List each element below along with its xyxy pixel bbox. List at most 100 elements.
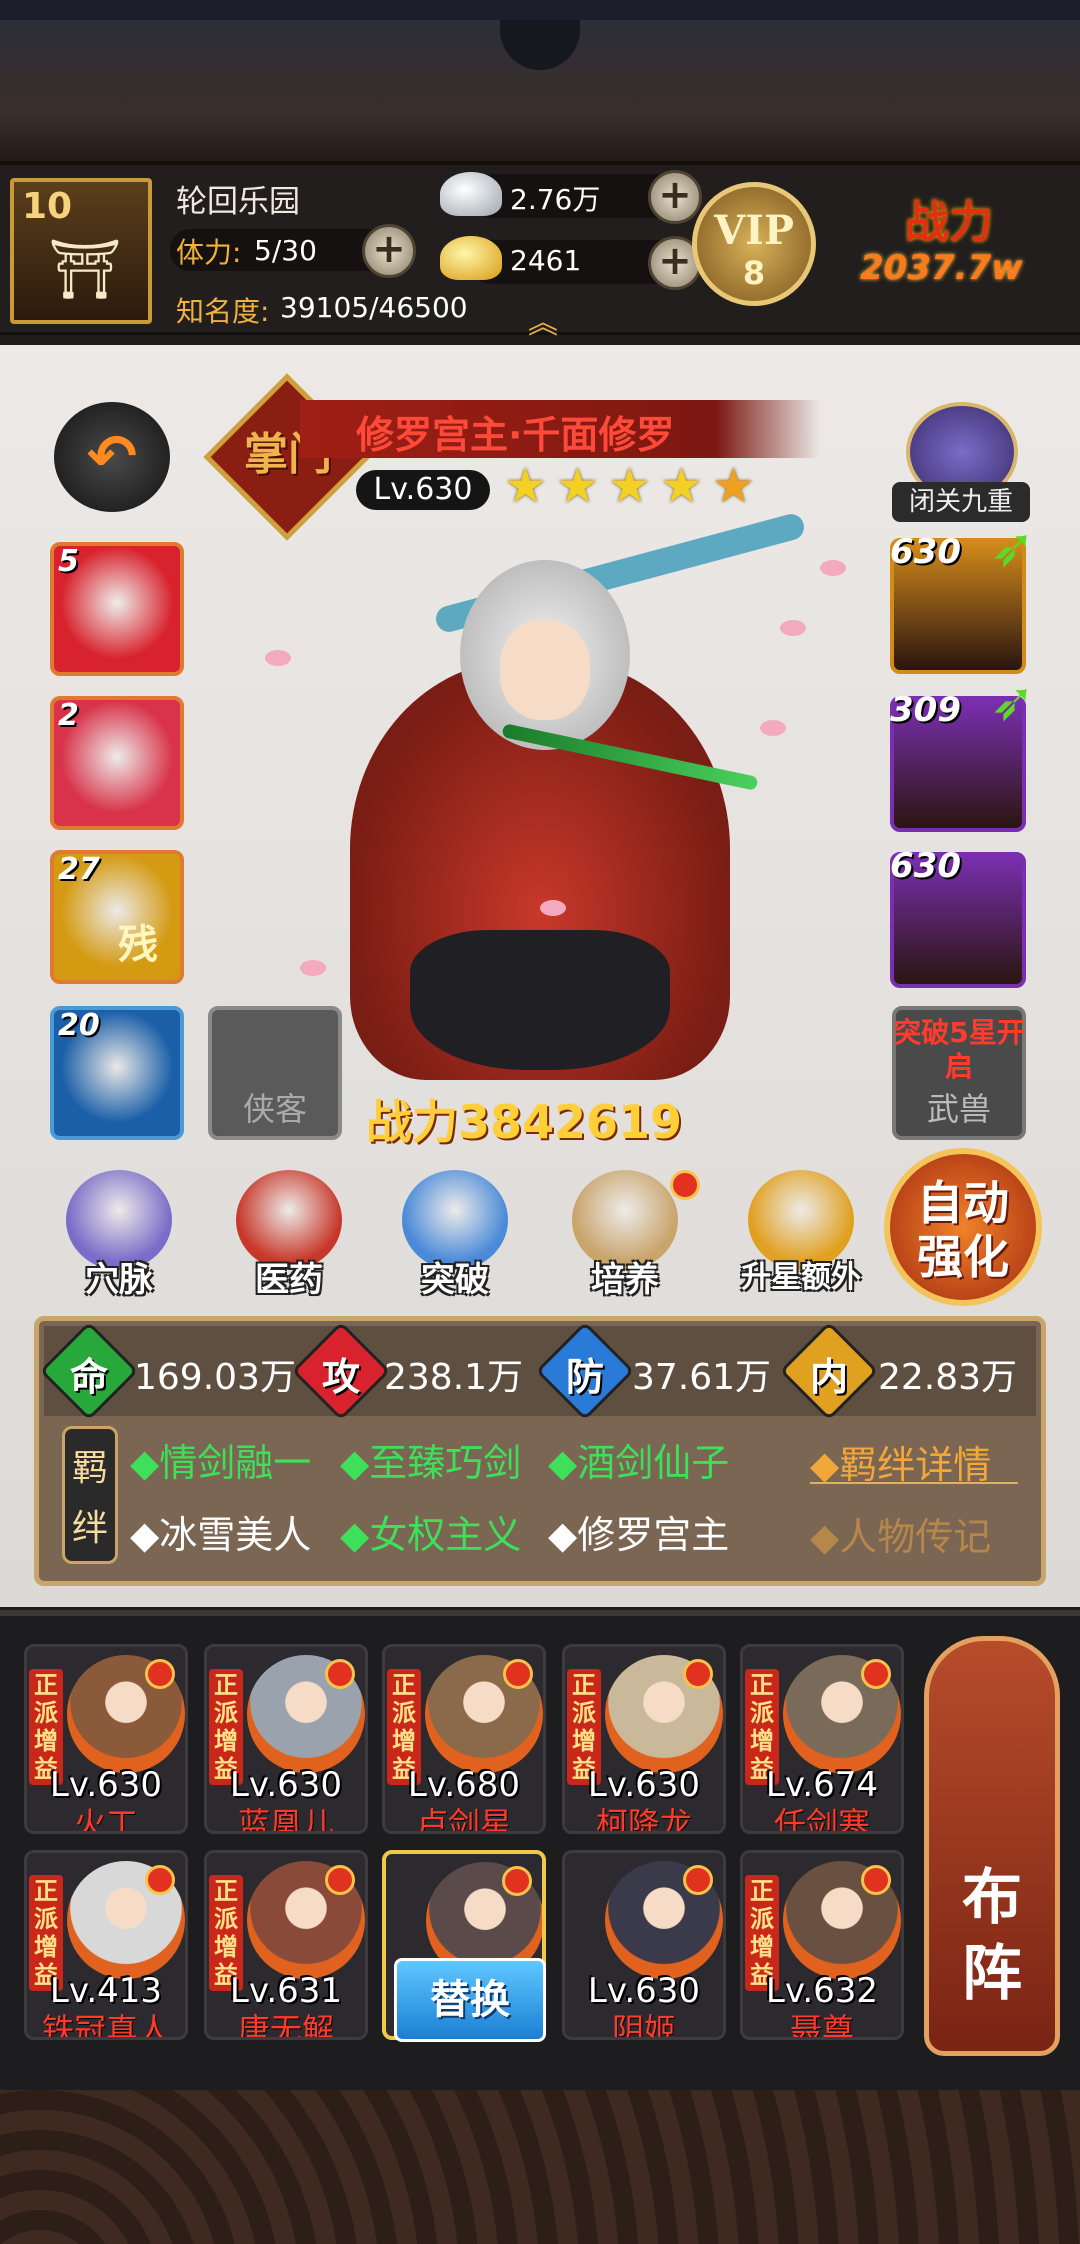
auto-enhance-line2: 强化 xyxy=(917,1230,1009,1284)
bond-badge: 羁绊 xyxy=(62,1426,118,1564)
vip-badge[interactable]: VIP 8 xyxy=(692,182,816,306)
acupoint-button[interactable]: 穴脉 xyxy=(54,1170,184,1300)
inner-stat-char: 内 xyxy=(809,1355,848,1399)
upgrade-arrow-icon: ➶ xyxy=(990,670,1036,733)
player-level-badge[interactable]: 10 ⛩ xyxy=(10,178,152,324)
footer-wave-pattern xyxy=(0,2090,1080,2244)
cultivate-label: 培养 xyxy=(591,1260,659,1300)
auto-enhance-button[interactable]: 自动 强化 xyxy=(884,1148,1042,1306)
hero-name: 修罗宫主·千面修罗 xyxy=(356,413,675,457)
total-power-value: 2037.7w xyxy=(860,248,1023,288)
skill-glyph: 残 xyxy=(118,922,158,968)
back-button[interactable]: ↶ xyxy=(54,402,170,512)
vip-label: VIP xyxy=(714,207,794,254)
player-level: 10 xyxy=(22,186,73,227)
inner-stat-value: 22.83万 xyxy=(878,1357,1018,1398)
hero-name: 铁冠真人 xyxy=(41,2011,170,2040)
life-stat-char: 命 xyxy=(69,1355,108,1399)
divider xyxy=(810,1482,1018,1484)
player-name: 轮回乐园 xyxy=(176,184,300,220)
biography-link[interactable]: ◆人物传记 xyxy=(810,1506,991,1561)
star-up-extra-button[interactable]: 升星额外 xyxy=(726,1170,876,1300)
silver-value: 2.76万 xyxy=(510,183,601,216)
equip-level: 630 xyxy=(890,846,961,886)
petal-decoration xyxy=(760,720,786,736)
attack-stat-char: 攻 xyxy=(321,1355,360,1399)
bond-item[interactable]: ◆酒剑仙子 xyxy=(548,1432,729,1487)
bond-item[interactable]: ◆冰雪美人 xyxy=(130,1504,311,1559)
hero-name: 卢剑星 xyxy=(415,1805,512,1834)
hero-portrait[interactable] xyxy=(290,500,807,1080)
bond-item[interactable]: ◆女权主义 xyxy=(340,1504,521,1559)
beast-unlock-notice: 突破5星开启 xyxy=(893,1016,1025,1083)
notification-dot xyxy=(670,1170,700,1200)
notification-dot xyxy=(145,1865,175,1895)
breakthrough-label: 突破 xyxy=(421,1260,489,1300)
lineup-hero-card[interactable]: 正派增益 Lv.680 卢剑星 xyxy=(382,1644,546,1834)
notification-dot xyxy=(683,1659,713,1689)
vip-level: 8 xyxy=(742,254,766,292)
bond-badge-text: 羁绊 xyxy=(71,1448,108,1549)
breakthrough-button[interactable]: 突破 xyxy=(390,1170,520,1300)
hero-name: 阴姬 xyxy=(611,2011,676,2040)
upgrade-arrow-icon: ➶ xyxy=(990,516,1036,579)
star-up-extra-label: 升星额外 xyxy=(741,1260,861,1295)
replace-button[interactable]: 替换 xyxy=(394,1958,546,2042)
notification-dot xyxy=(683,1865,713,1895)
notification-dot xyxy=(325,1865,355,1895)
petal-decoration xyxy=(300,960,326,976)
skill-level: 20 xyxy=(58,1008,100,1043)
lineup-hero-card[interactable]: Lv.630 阴姬 xyxy=(562,1850,726,2040)
skill-slot-1[interactable]: 5 xyxy=(50,542,184,676)
notification-dot xyxy=(503,1659,533,1689)
fame-label: 知名度: xyxy=(176,295,270,328)
pagoda-icon: ⛩ xyxy=(48,235,122,303)
lineup-hero-card[interactable]: 正派增益 Lv.413 铁冠真人 xyxy=(24,1850,188,2040)
beast-label: 武兽 xyxy=(926,1090,991,1128)
skill-slot-4[interactable]: 20 xyxy=(50,1006,184,1140)
lineup-hero-card[interactable]: 正派增益 Lv.632 聂尊 xyxy=(740,1850,904,2040)
bond-item[interactable]: ◆至臻巧剑 xyxy=(340,1432,521,1487)
auto-enhance-line1: 自动 xyxy=(917,1176,1009,1230)
medicine-button[interactable]: 医药 xyxy=(224,1170,354,1300)
notification-dot xyxy=(502,1866,532,1896)
defense-stat-value: 37.61万 xyxy=(632,1357,772,1398)
bond-item[interactable]: ◆修罗宫主 xyxy=(548,1504,729,1559)
chevron-up-icon[interactable]: ︽ xyxy=(528,298,558,342)
petal-decoration xyxy=(780,620,806,636)
lineup-hero-card[interactable]: 正派增益 Lv.630 火工 xyxy=(24,1644,188,1834)
bond-details-link[interactable]: ◆羁绊详情 xyxy=(810,1434,991,1489)
lineup-hero-card[interactable]: 正派增益 Lv.630 柯降龙 xyxy=(562,1644,726,1834)
bond-item[interactable]: ◆情剑融一 xyxy=(130,1432,311,1487)
status-bar xyxy=(0,0,1080,20)
total-power-label: 战力 xyxy=(905,197,993,248)
notification-dot xyxy=(325,1659,355,1689)
gold-value: 2461 xyxy=(510,244,582,277)
add-stamina-button[interactable]: + xyxy=(362,224,416,278)
accessory-slot[interactable]: 630 xyxy=(890,846,1026,988)
skill-level: 27 xyxy=(58,852,100,887)
hero-name: 唐无解 xyxy=(237,2011,334,2040)
hero-name: 蓝凰儿 xyxy=(237,1805,334,1834)
equip-level: 309 xyxy=(890,690,961,730)
stamina-label: 体力: xyxy=(176,236,242,269)
skill-slot-3[interactable]: 27 残 xyxy=(50,850,184,984)
fame-value: 39105/46500 xyxy=(280,291,468,324)
skill-slot-2[interactable]: 2 xyxy=(50,696,184,830)
formation-label: 布阵 xyxy=(962,1863,1022,2009)
petal-decoration xyxy=(820,560,846,576)
equip-level: 630 xyxy=(890,532,961,572)
lineup-hero-card[interactable]: 正派增益 Lv.674 任剑寒 xyxy=(740,1644,904,1834)
hero-name: 任剑寒 xyxy=(773,1805,870,1834)
lineup-hero-card[interactable]: 正派增益 Lv.630 蓝凰儿 xyxy=(204,1644,368,1834)
hero-name: 聂尊 xyxy=(789,2011,854,2040)
add-silver-button[interactable]: + xyxy=(648,170,702,224)
hero-combat-power: 战力3842619 xyxy=(366,1095,683,1149)
companion-slot-label: 侠客 xyxy=(242,1090,307,1128)
petal-decoration xyxy=(540,900,566,916)
lineup-hero-card[interactable]: 正派增益 Lv.631 唐无解 xyxy=(204,1850,368,2040)
companion-slot[interactable]: 侠客 xyxy=(208,1006,342,1140)
skill-level: 5 xyxy=(58,544,79,579)
silver-ingot-icon xyxy=(440,172,502,216)
stamina-value: 5/30 xyxy=(254,234,317,267)
